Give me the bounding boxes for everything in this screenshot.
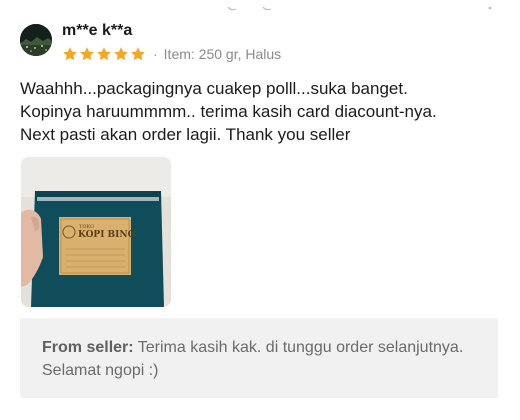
review-text-line: Next pasti akan order lagii. Thank you s… — [20, 125, 351, 144]
review-photo-thumbnail[interactable]: TOKO KOPI BING — [21, 157, 171, 307]
meta-separator: · — [153, 46, 158, 62]
review-meta: · Item: 250 gr, Halus — [62, 44, 281, 64]
photo-label-brand: KOPI BING — [78, 230, 135, 240]
reviewer-name[interactable]: m**e k**a — [62, 22, 132, 40]
star-icon — [63, 47, 77, 61]
star-rating — [62, 46, 146, 62]
reviewer-avatar[interactable] — [20, 24, 52, 56]
review-text-line: Kopinya haruummmm.. terima kasih card di… — [20, 102, 437, 121]
star-icon — [97, 47, 111, 61]
review-text-line: Waahhh...packagingnya cuakep polll...suk… — [20, 79, 408, 98]
cropped-header-edge — [0, 0, 520, 11]
review-text: Waahhh...packagingnya cuakep polll...suk… — [20, 77, 510, 146]
seller-reply-text: From seller: Terima kasih kak. di tunggu… — [42, 336, 482, 382]
product-variant: Item: 250 gr, Halus — [163, 46, 282, 62]
star-icon — [114, 47, 128, 61]
star-icon — [131, 47, 145, 61]
star-icon — [80, 47, 94, 61]
seller-reply-label: From seller: — [42, 339, 134, 356]
seller-reply: From seller: Terima kasih kak. di tunggu… — [20, 318, 498, 398]
